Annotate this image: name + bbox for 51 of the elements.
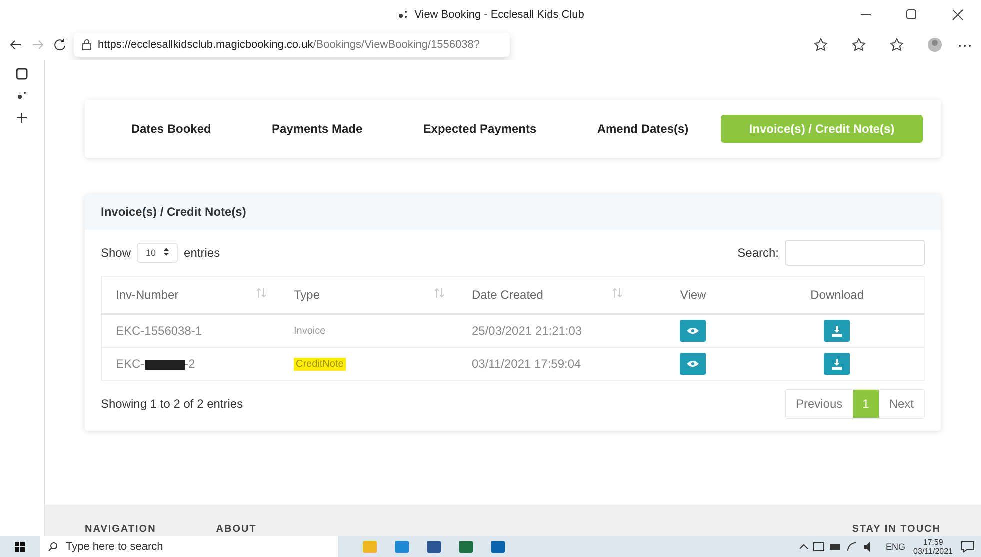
footer-heading: STAY IN TOUCH xyxy=(852,524,941,535)
clock[interactable]: 17:59 03/11/2021 xyxy=(914,538,953,556)
download-button[interactable] xyxy=(824,353,850,375)
taskbar-search[interactable]: Type here to search xyxy=(40,536,338,557)
nav-tab[interactable]: Expected Payments xyxy=(395,115,565,143)
panel-title: Invoice(s) / Credit Note(s) xyxy=(85,194,941,230)
type-label: Invoice xyxy=(294,326,326,336)
table-cell: 25/03/2021 21:21:03 xyxy=(458,314,636,348)
site-icon[interactable] xyxy=(16,90,28,102)
table-cell: EKC-1556038-1 xyxy=(102,314,280,348)
column-header: Download xyxy=(750,276,924,314)
view-button[interactable] xyxy=(680,320,706,342)
eye-icon xyxy=(687,327,700,335)
view-button[interactable] xyxy=(680,353,706,375)
table-info: Showing 1 to 2 of 2 entries xyxy=(101,397,244,411)
sort-icon xyxy=(257,288,266,298)
language-indicator[interactable]: ENG xyxy=(886,542,906,552)
footer-heading: ABOUT xyxy=(216,524,257,535)
show-label: Show xyxy=(101,246,132,260)
star-icon[interactable] xyxy=(813,37,829,53)
search-field[interactable] xyxy=(785,240,925,266)
download-button[interactable] xyxy=(824,320,850,342)
sort-icon xyxy=(613,288,622,298)
column-header[interactable]: Date Created xyxy=(458,276,636,314)
column-header[interactable]: Type xyxy=(280,276,458,314)
eye-icon xyxy=(687,360,700,368)
page-size-select[interactable]: 10 xyxy=(137,243,178,263)
nav-tab[interactable]: Dates Booked xyxy=(103,115,240,143)
notification-icon[interactable] xyxy=(961,540,975,552)
footer-heading: NAVIGATION xyxy=(85,524,156,535)
add-icon[interactable] xyxy=(16,112,28,124)
tabs-icon[interactable] xyxy=(16,68,28,80)
refresh-icon[interactable] xyxy=(52,37,68,53)
download-icon xyxy=(832,358,842,370)
site-icon xyxy=(396,9,409,21)
download-icon xyxy=(832,326,842,336)
type-label: CreditNote xyxy=(294,358,346,370)
column-header[interactable]: Inv-Number xyxy=(102,276,280,314)
entries-label: entries xyxy=(184,246,220,260)
search-label: Search: xyxy=(738,246,779,260)
spinner-icon xyxy=(164,248,170,256)
search-icon xyxy=(48,542,58,552)
nav-tab[interactable]: Payments Made xyxy=(244,115,391,143)
table-cell: EKC- -2 xyxy=(102,348,280,380)
sort-icon xyxy=(435,288,444,298)
nav-tab[interactable]: Amend Dates(s) xyxy=(569,115,717,143)
window-title: View Booking - Ecclesall Kids Club xyxy=(414,9,584,21)
address-bar[interactable]: https://ecclesallkidsclub.magicbooking.co.uk/Bookings/ViewBooking/1556038? xyxy=(74,33,510,57)
table-cell: 03/11/2021 17:59:04 xyxy=(458,348,636,380)
column-header: View xyxy=(636,276,751,314)
profile-avatar[interactable] xyxy=(927,37,943,53)
